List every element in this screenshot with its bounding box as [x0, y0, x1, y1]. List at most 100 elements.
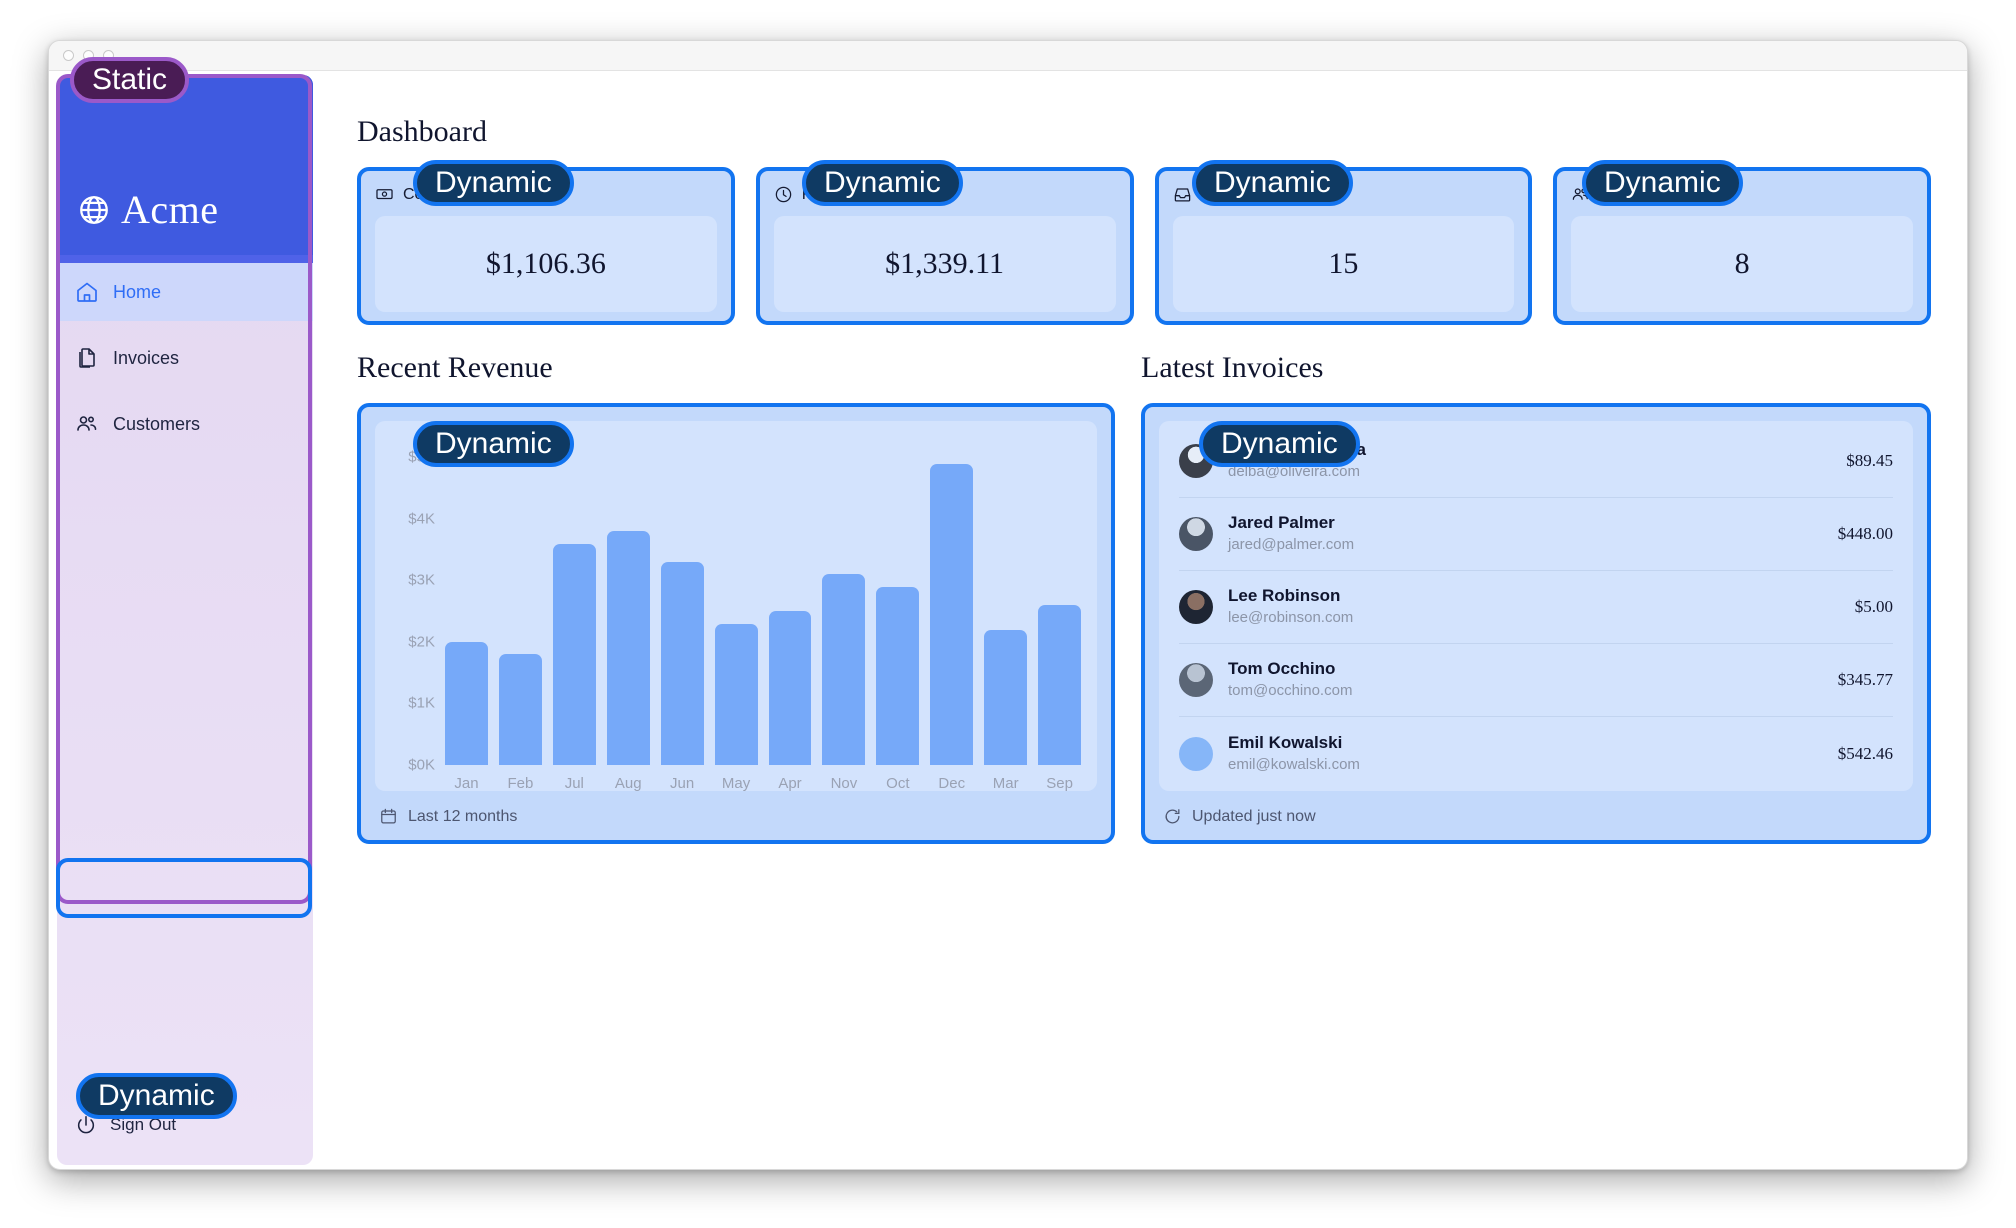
- dynamic-badge-total-customers: Dynamic: [1582, 160, 1743, 206]
- dynamic-badge-total-invoices: Dynamic: [1192, 160, 1353, 206]
- card-value-collected: $1,106.36: [375, 216, 717, 312]
- invoice-amount: $448.00: [1837, 524, 1893, 543]
- chart-x-axis: Jan Feb Jul Aug Jun May Apr Nov Oct Dec Mar Sep: [445, 775, 1081, 792]
- chart-footer-label: Last 12 months: [408, 807, 518, 825]
- invoice-customer: Lee Robinson lee@robinson.com: [1228, 585, 1845, 628]
- chart-x-tick: Dec: [938, 775, 966, 792]
- invoice-customer-name: Jared Palmer: [1228, 513, 1335, 533]
- invoices-list: Delba de Oliveiradelba@oliveira.com$89.4…: [1159, 421, 1913, 791]
- invoice-row[interactable]: Lee Robinson lee@robinson.com $5.00: [1179, 571, 1893, 644]
- invoices-footer-label: Updated just now: [1192, 807, 1316, 825]
- dynamic-badge-invoices: Dynamic: [1199, 421, 1360, 467]
- chart-bar: [822, 574, 866, 765]
- sidebar-item-label-home: Home: [113, 281, 162, 302]
- invoice-amount: $89.45: [1846, 451, 1893, 470]
- invoice-customer-name: Lee Robinson: [1228, 586, 1341, 606]
- invoice-customer-email: tom@occhino.com: [1228, 682, 1353, 700]
- revenue-chart: $5K$4K$3K$2K$1K$0K JanFebJulAugJunMayApr…: [375, 421, 1097, 792]
- chart-bar-column: [552, 439, 596, 765]
- invoice-row[interactable]: Jared Palmer jared@palmer.com $448.00: [1179, 498, 1893, 571]
- chart-bar-column: [445, 439, 488, 765]
- chart-y-tick: $4K: [408, 510, 435, 528]
- chart-x-tick: Jun: [670, 775, 695, 792]
- sidebar-item-label-invoices: Invoices: [113, 347, 180, 368]
- card-value-total-customers: 8: [1571, 216, 1913, 312]
- sidebar-item-customers[interactable]: Customers: [57, 395, 313, 453]
- dynamic-badge-revenue: Dynamic: [413, 421, 574, 467]
- chart-x-tick: Mar: [992, 775, 1019, 792]
- revenue-title: Recent Revenue: [357, 351, 553, 384]
- chart-x-tick: Sep: [1046, 775, 1073, 792]
- invoice-row[interactable]: Emil Kowalski emil@kowalski.com $542.46: [1179, 717, 1893, 790]
- chart-bar-column: [930, 439, 974, 765]
- chart-bar: [498, 654, 542, 765]
- sidebar: Acme Home Invoices Customers Sign Out: [57, 75, 313, 1165]
- chart-bar: [876, 586, 920, 765]
- screenshot-root: Acme Home Invoices Customers Sign Out Da…: [0, 0, 2016, 1228]
- invoice-customer-name: Emil Kowalski: [1228, 732, 1343, 752]
- invoice-amount: $542.46: [1837, 743, 1893, 763]
- sidebar-item-invoices[interactable]: Invoices: [57, 329, 313, 387]
- chart-bar: [660, 562, 704, 765]
- latest-invoices-panel[interactable]: Delba de Oliveiradelba@oliveira.com$89.4…: [1141, 403, 1931, 844]
- users-icon: [75, 412, 99, 436]
- invoice-customer-name: Tom Occhino: [1228, 659, 1336, 679]
- clock-icon: [774, 185, 793, 204]
- sidebar-item-home[interactable]: Home: [57, 263, 313, 321]
- invoices-footer: Updated just now: [1159, 807, 1913, 826]
- inbox-icon: [1173, 185, 1192, 204]
- dynamic-badge-signout: Dynamic: [76, 1073, 237, 1119]
- chart-bar: [930, 463, 974, 765]
- chart-bar: [714, 623, 758, 765]
- card-value-pending: $1,339.11: [773, 216, 1116, 312]
- browser-window: Acme Home Invoices Customers Sign Out Da…: [48, 40, 1968, 1170]
- chart-bar-column: [1038, 439, 1082, 765]
- chart-x-tick: Feb: [507, 775, 534, 792]
- chart-bar: [984, 629, 1028, 765]
- sidebar-nav: Home Invoices Customers: [57, 255, 313, 1097]
- chart-bar-column: [876, 439, 920, 765]
- invoice-amount: $345.77: [1837, 670, 1893, 689]
- revenue-chart-panel[interactable]: $5K$4K$3K$2K$1K$0K JanFebJulAugJunMayApr…: [357, 403, 1115, 844]
- dynamic-badge-pending: Dynamic: [802, 160, 963, 206]
- chart-bar: [1038, 605, 1082, 765]
- invoice-row[interactable]: Tom Occhino tom@occhino.com $345.77: [1179, 644, 1893, 717]
- lower-section: Recent Revenue $5K$4K$3K$2K$1K$0K JanFeb…: [357, 351, 1931, 844]
- avatar: [1179, 517, 1213, 551]
- chart-bar: [445, 641, 488, 765]
- invoice-customer-email: emil@kowalski.com: [1228, 755, 1360, 773]
- close-window-dot[interactable]: [63, 50, 74, 61]
- chart-bar-column: [768, 439, 812, 765]
- invoice-customer: Emil Kowalski emil@kowalski.com: [1228, 732, 1828, 775]
- chart-bar-column: [714, 439, 758, 765]
- chart-footer: Last 12 months: [375, 807, 1097, 826]
- invoice-customer: Tom Occhino tom@occhino.com: [1228, 658, 1828, 701]
- home-icon: [75, 280, 99, 304]
- avatar: [1179, 663, 1213, 697]
- chart-bar-column: [660, 439, 704, 765]
- chart-x-tick: Aug: [614, 775, 642, 792]
- static-badge: Static: [70, 57, 190, 103]
- chart-y-tick: $0K: [408, 756, 435, 774]
- chart-bar-column: [822, 439, 866, 765]
- chart-y-tick: $1K: [408, 694, 435, 712]
- chart-y-tick: $3K: [408, 571, 435, 589]
- refresh-icon: [1163, 807, 1182, 826]
- chart-x-tick: Nov: [830, 775, 858, 792]
- invoice-customer: Jared Palmer jared@palmer.com: [1228, 512, 1828, 555]
- invoice-amount: $5.00: [1854, 597, 1893, 616]
- chart-x-tick: May: [721, 775, 751, 792]
- brand-name: Acme: [121, 187, 219, 232]
- card-value-total-invoices: 15: [1172, 216, 1515, 312]
- calendar-icon: [379, 807, 398, 826]
- chart-y-axis: $5K$4K$3K$2K$1K$0K: [391, 439, 445, 774]
- chart-x-tick: Jul: [564, 775, 584, 792]
- chart-y-tick: $2K: [408, 633, 435, 651]
- chart-bar-column: [498, 439, 542, 765]
- globe-icon: [77, 193, 111, 227]
- avatar: [1179, 736, 1213, 771]
- chart-bar: [606, 531, 650, 765]
- chart-bar: [552, 543, 596, 765]
- main-content: Dashboard Collected $1,106.36: [321, 75, 1959, 1169]
- chart-bar-column: [606, 439, 650, 765]
